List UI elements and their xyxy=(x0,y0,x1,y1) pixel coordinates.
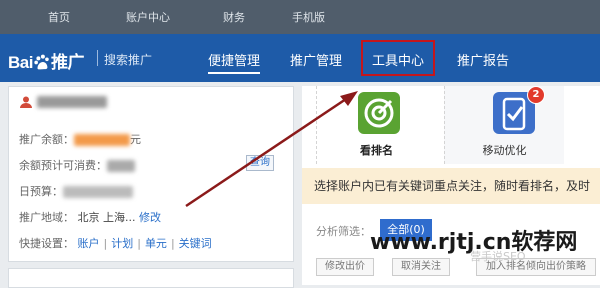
watermark-subtext: 营手说SEO xyxy=(470,250,526,263)
